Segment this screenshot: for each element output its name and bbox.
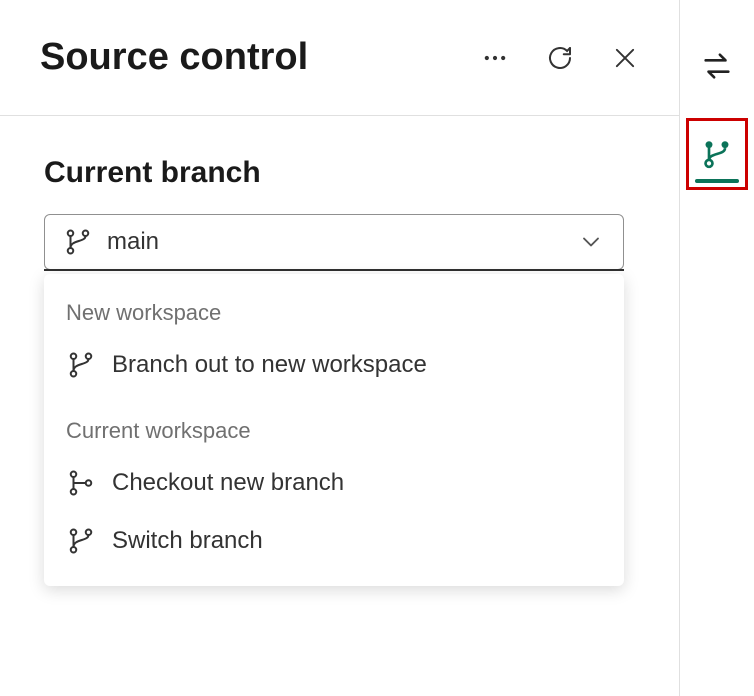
right-rail: [680, 0, 754, 696]
dropdown-section-new-workspace: New workspace: [44, 290, 624, 336]
swap-arrows-icon: [700, 49, 734, 83]
rail-item-sync[interactable]: [689, 38, 745, 94]
dropdown-item-branch-out[interactable]: Branch out to new workspace: [44, 336, 624, 394]
dropdown-section-current-workspace: Current workspace: [44, 408, 624, 454]
branch-dropdown: main New workspace Branch out to new wor…: [44, 214, 624, 270]
branch-icon: [66, 350, 96, 380]
chevron-down-icon: [577, 228, 605, 256]
dropdown-item-switch[interactable]: Switch branch: [44, 512, 624, 570]
header-actions: [481, 43, 639, 73]
source-control-panel: Source control Cu: [0, 0, 680, 696]
branch-icon: [63, 227, 93, 257]
git-branch-icon: [701, 138, 733, 170]
panel-header: Source control: [0, 0, 679, 116]
dropdown-item-label: Checkout new branch: [112, 469, 344, 497]
panel-content: Current branch main New workspace: [0, 116, 679, 310]
branch-icon: [66, 526, 96, 556]
current-branch-label: Current branch: [44, 156, 635, 190]
dropdown-item-checkout[interactable]: Checkout new branch: [44, 454, 624, 512]
rail-item-source-control[interactable]: [686, 118, 748, 190]
refresh-icon: [545, 43, 575, 73]
ellipsis-icon: [481, 44, 509, 72]
close-icon: [611, 44, 639, 72]
more-options-button[interactable]: [481, 44, 509, 72]
branch-dropdown-value: main: [107, 228, 563, 256]
checkout-branch-icon: [66, 468, 96, 498]
refresh-button[interactable]: [545, 43, 575, 73]
branch-dropdown-trigger[interactable]: main: [44, 214, 624, 270]
dropdown-item-label: Branch out to new workspace: [112, 351, 427, 379]
branch-dropdown-menu: New workspace Branch out to new workspac…: [44, 274, 624, 586]
panel-title: Source control: [40, 36, 481, 79]
dropdown-item-label: Switch branch: [112, 527, 263, 555]
close-button[interactable]: [611, 44, 639, 72]
